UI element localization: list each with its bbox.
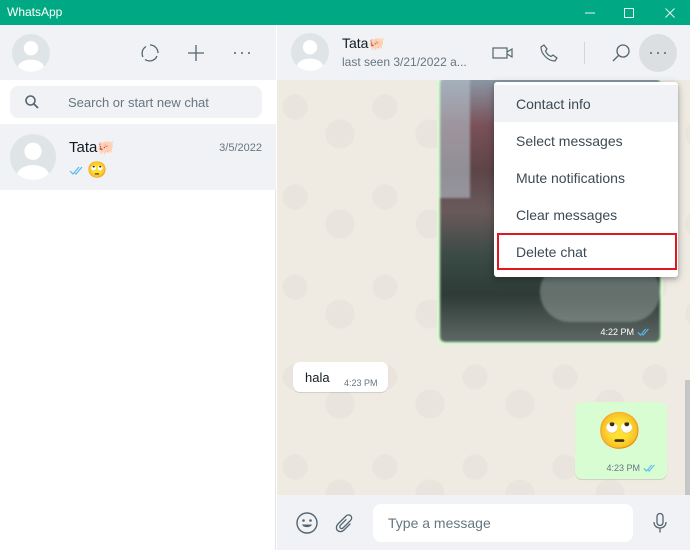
chat-name: Tata🐖 — [69, 139, 115, 156]
message-input[interactable] — [373, 504, 633, 542]
chat-name-text: Tata — [69, 139, 98, 156]
message-scrollbar[interactable] — [685, 380, 690, 495]
contact-avatar — [10, 134, 56, 180]
message-composer — [277, 495, 690, 550]
chat-date: 3/5/2022 — [219, 142, 262, 154]
close-icon — [665, 7, 675, 18]
minimize-icon — [585, 12, 595, 13]
search-input[interactable] — [68, 86, 258, 118]
message-time: 4:23 PM — [606, 463, 640, 473]
search-icon — [25, 95, 39, 109]
message-text: hala — [305, 370, 330, 385]
menu-item-mute-notifications[interactable]: Mute notifications — [494, 159, 678, 196]
sidebar-menu-button[interactable] — [228, 39, 256, 67]
double-check-icon — [69, 166, 83, 175]
chat-menu-button[interactable] — [639, 34, 677, 72]
message-time: 4:22 PM — [600, 327, 634, 337]
search-chat-button[interactable] — [607, 39, 635, 67]
message-time: 4:23 PM — [344, 378, 378, 388]
menu-item-select-messages[interactable]: Select messages — [494, 122, 678, 159]
menu-item-contact-info[interactable]: Contact info — [494, 85, 678, 122]
search-box[interactable] — [10, 86, 262, 118]
double-check-icon — [637, 328, 649, 336]
plus-icon — [188, 45, 204, 61]
smiley-icon — [296, 512, 318, 534]
voice-message-button[interactable] — [646, 509, 674, 537]
pig-emoji: 🐖 — [97, 139, 115, 155]
attach-button[interactable] — [331, 509, 359, 537]
pig-emoji: 🐖 — [368, 36, 385, 51]
menu-item-clear-messages[interactable]: Clear messages — [494, 196, 678, 233]
header-divider — [584, 42, 585, 64]
new-chat-button[interactable] — [182, 39, 210, 67]
emoji-button[interactable] — [293, 509, 321, 537]
minimize-button[interactable] — [570, 0, 610, 25]
close-button[interactable] — [650, 0, 690, 25]
user-silhouette-icon — [16, 142, 50, 180]
video-call-icon — [492, 47, 513, 59]
sidebar: Tata🐖 3/5/2022 🙄 — [0, 25, 276, 550]
video-call-button[interactable] — [489, 39, 517, 67]
more-options-icon — [234, 52, 250, 54]
outgoing-emoji-message[interactable]: 🙄 4:23 PM — [575, 402, 667, 479]
incoming-message[interactable]: hala 4:23 PM — [293, 362, 388, 392]
chat-options-menu: Contact info Select messages Mute notifi… — [494, 82, 678, 277]
contact-name-text: Tata — [342, 35, 369, 51]
phone-icon — [540, 44, 558, 62]
maximize-icon — [624, 7, 634, 18]
chat-header: Tata🐖 last seen 3/21/2022 a... — [277, 25, 690, 80]
eye-roll-emoji: 🙄 — [597, 410, 642, 451]
microphone-icon — [653, 512, 667, 533]
app-title: WhatsApp — [7, 5, 63, 19]
title-bar: WhatsApp — [0, 0, 690, 25]
last-seen-status: last seen 3/21/2022 a... — [342, 55, 467, 69]
paperclip-icon — [335, 514, 353, 533]
preview-emoji: 🙄 — [87, 162, 107, 179]
contact-avatar[interactable] — [291, 33, 329, 71]
search-section — [0, 80, 276, 124]
contact-name[interactable]: Tata🐖 — [342, 35, 385, 52]
double-check-icon — [643, 464, 655, 472]
maximize-button[interactable] — [609, 0, 649, 25]
more-options-icon — [650, 52, 666, 54]
search-icon — [612, 44, 630, 62]
message-meta: 4:23 PM — [606, 463, 657, 473]
chat-list-item[interactable]: Tata🐖 3/5/2022 🙄 — [0, 124, 276, 190]
status-button[interactable] — [136, 39, 164, 67]
user-silhouette-icon — [296, 40, 324, 71]
message-meta: 4:22 PM — [600, 327, 651, 337]
my-avatar[interactable] — [12, 34, 50, 72]
chat-preview: 🙄 — [69, 160, 107, 180]
status-icon — [141, 44, 159, 62]
user-silhouette-icon — [17, 41, 45, 72]
sidebar-header — [0, 25, 276, 80]
menu-item-delete-chat[interactable]: Delete chat — [494, 233, 678, 270]
voice-call-button[interactable] — [535, 39, 563, 67]
